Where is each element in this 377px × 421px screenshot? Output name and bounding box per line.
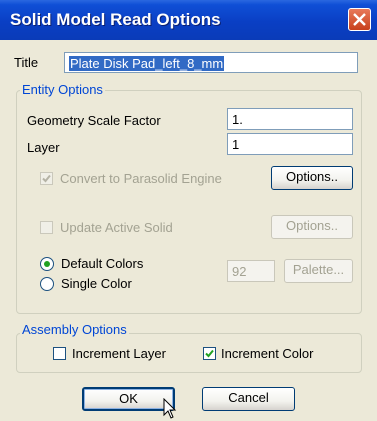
palette-button[interactable]: Palette... [284,259,353,283]
update-active-solid-checkbox[interactable] [40,221,53,234]
close-icon [353,13,366,26]
convert-parasolid-label: Convert to Parasolid Engine [60,171,222,186]
checkmark-icon [205,349,214,358]
title-bar[interactable]: Solid Model Read Options [0,0,377,40]
single-color-radio[interactable] [40,277,54,291]
window-title: Solid Model Read Options [10,10,221,29]
geometry-scale-input[interactable]: 1. [227,108,353,130]
update-active-solid-label: Update Active Solid [60,220,173,235]
increment-color-checkbox[interactable] [203,347,216,360]
color-number-input[interactable]: 92 [227,260,275,282]
title-input[interactable]: Plate Disk Pad_left_8_mm [64,52,358,73]
title-input-value: Plate Disk Pad_left_8_mm [69,56,225,71]
geometry-scale-label: Geometry Scale Factor [27,113,161,128]
layer-input[interactable]: 1 [227,133,353,155]
entity-options-legend: Entity Options [20,82,105,97]
mouse-cursor-icon [163,398,177,419]
single-color-label: Single Color [61,276,132,291]
ok-button[interactable]: OK [82,387,175,411]
default-colors-radio[interactable] [40,257,54,271]
increment-color-label: Increment Color [221,346,314,361]
convert-options-button[interactable]: Options.. [271,166,353,190]
title-label: Title [14,55,39,70]
close-button[interactable] [348,8,371,31]
cancel-button[interactable]: Cancel [202,387,295,411]
convert-parasolid-checkbox[interactable] [40,172,53,185]
default-colors-label: Default Colors [61,256,144,271]
layer-label: Layer [27,140,60,155]
increment-layer-checkbox[interactable] [53,347,66,360]
update-options-button[interactable]: Options.. [271,215,353,239]
checkmark-icon [42,174,51,183]
radio-selected-icon [44,261,50,267]
assembly-options-legend: Assembly Options [20,322,129,337]
increment-layer-label: Increment Layer [72,346,166,361]
